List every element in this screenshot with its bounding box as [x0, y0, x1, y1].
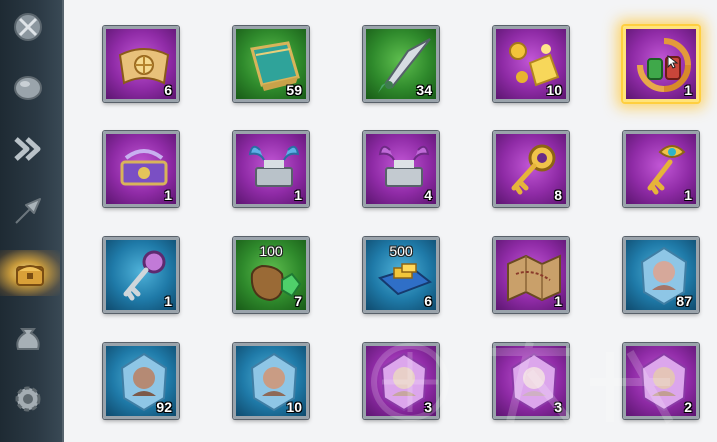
item-count: 8: [554, 187, 562, 203]
inventory-slot-commander-sculpture-2[interactable]: 92: [103, 343, 179, 419]
mouse-cursor-icon: [667, 55, 679, 69]
inventory-grid: 6 59 34 10 1 1 1 4 8 1 1 100 7 500 6 1 8…: [0, 0, 717, 442]
item-count: 1: [684, 82, 692, 98]
item-count: 1: [164, 187, 172, 203]
item-count: 10: [286, 399, 302, 415]
inventory-slot-silver-key[interactable]: 1: [103, 237, 179, 313]
inventory-slot-old-map[interactable]: 1: [493, 237, 569, 313]
item-count: 3: [424, 399, 432, 415]
inventory-slot-purple-anvil[interactable]: 4: [363, 131, 439, 207]
inventory-slot-recycle-pack[interactable]: 1: [623, 26, 699, 102]
inventory-slot-commander-sculpture-4[interactable]: 3: [363, 343, 439, 419]
item-count: 6: [424, 293, 432, 309]
item-count: 4: [424, 187, 432, 203]
inventory-slot-commander-sculpture-5[interactable]: 3: [493, 343, 569, 419]
item-count: 1: [554, 293, 562, 309]
inventory-slot-crystal-anvil[interactable]: 1: [233, 131, 309, 207]
inventory-slot-gold-book[interactable]: 500 6: [363, 237, 439, 313]
item-count: 6: [164, 82, 172, 98]
inventory-slot-gem-sack[interactable]: 100 7: [233, 237, 309, 313]
inventory-slot-commander-sculpture-1[interactable]: 87: [623, 237, 699, 313]
item-count: 3: [554, 399, 562, 415]
inventory-slot-gold-shards[interactable]: 10: [493, 26, 569, 102]
inventory-slot-treasure-map-scroll[interactable]: 6: [103, 26, 179, 102]
item-count: 2: [684, 399, 692, 415]
item-count: 59: [286, 82, 302, 98]
inventory-slot-golden-gem-key[interactable]: 1: [623, 131, 699, 207]
item-count: 10: [546, 82, 562, 98]
item-count: 1: [164, 293, 172, 309]
item-count: 92: [156, 399, 172, 415]
inventory-slot-commander-sculpture-6[interactable]: 2: [623, 343, 699, 419]
item-count: 34: [416, 82, 432, 98]
inventory-slot-golden-star-key[interactable]: 8: [493, 131, 569, 207]
item-count: 1: [294, 187, 302, 203]
inventory-slot-purple-skill-book[interactable]: 1: [103, 131, 179, 207]
item-count: 87: [676, 293, 692, 309]
item-count: 7: [294, 293, 302, 309]
inventory-slot-commander-sculpture-3[interactable]: 10: [233, 343, 309, 419]
inventory-slot-green-tome[interactable]: 59: [233, 26, 309, 102]
inventory-slot-spear-arrow[interactable]: 34: [363, 26, 439, 102]
item-count: 1: [684, 187, 692, 203]
